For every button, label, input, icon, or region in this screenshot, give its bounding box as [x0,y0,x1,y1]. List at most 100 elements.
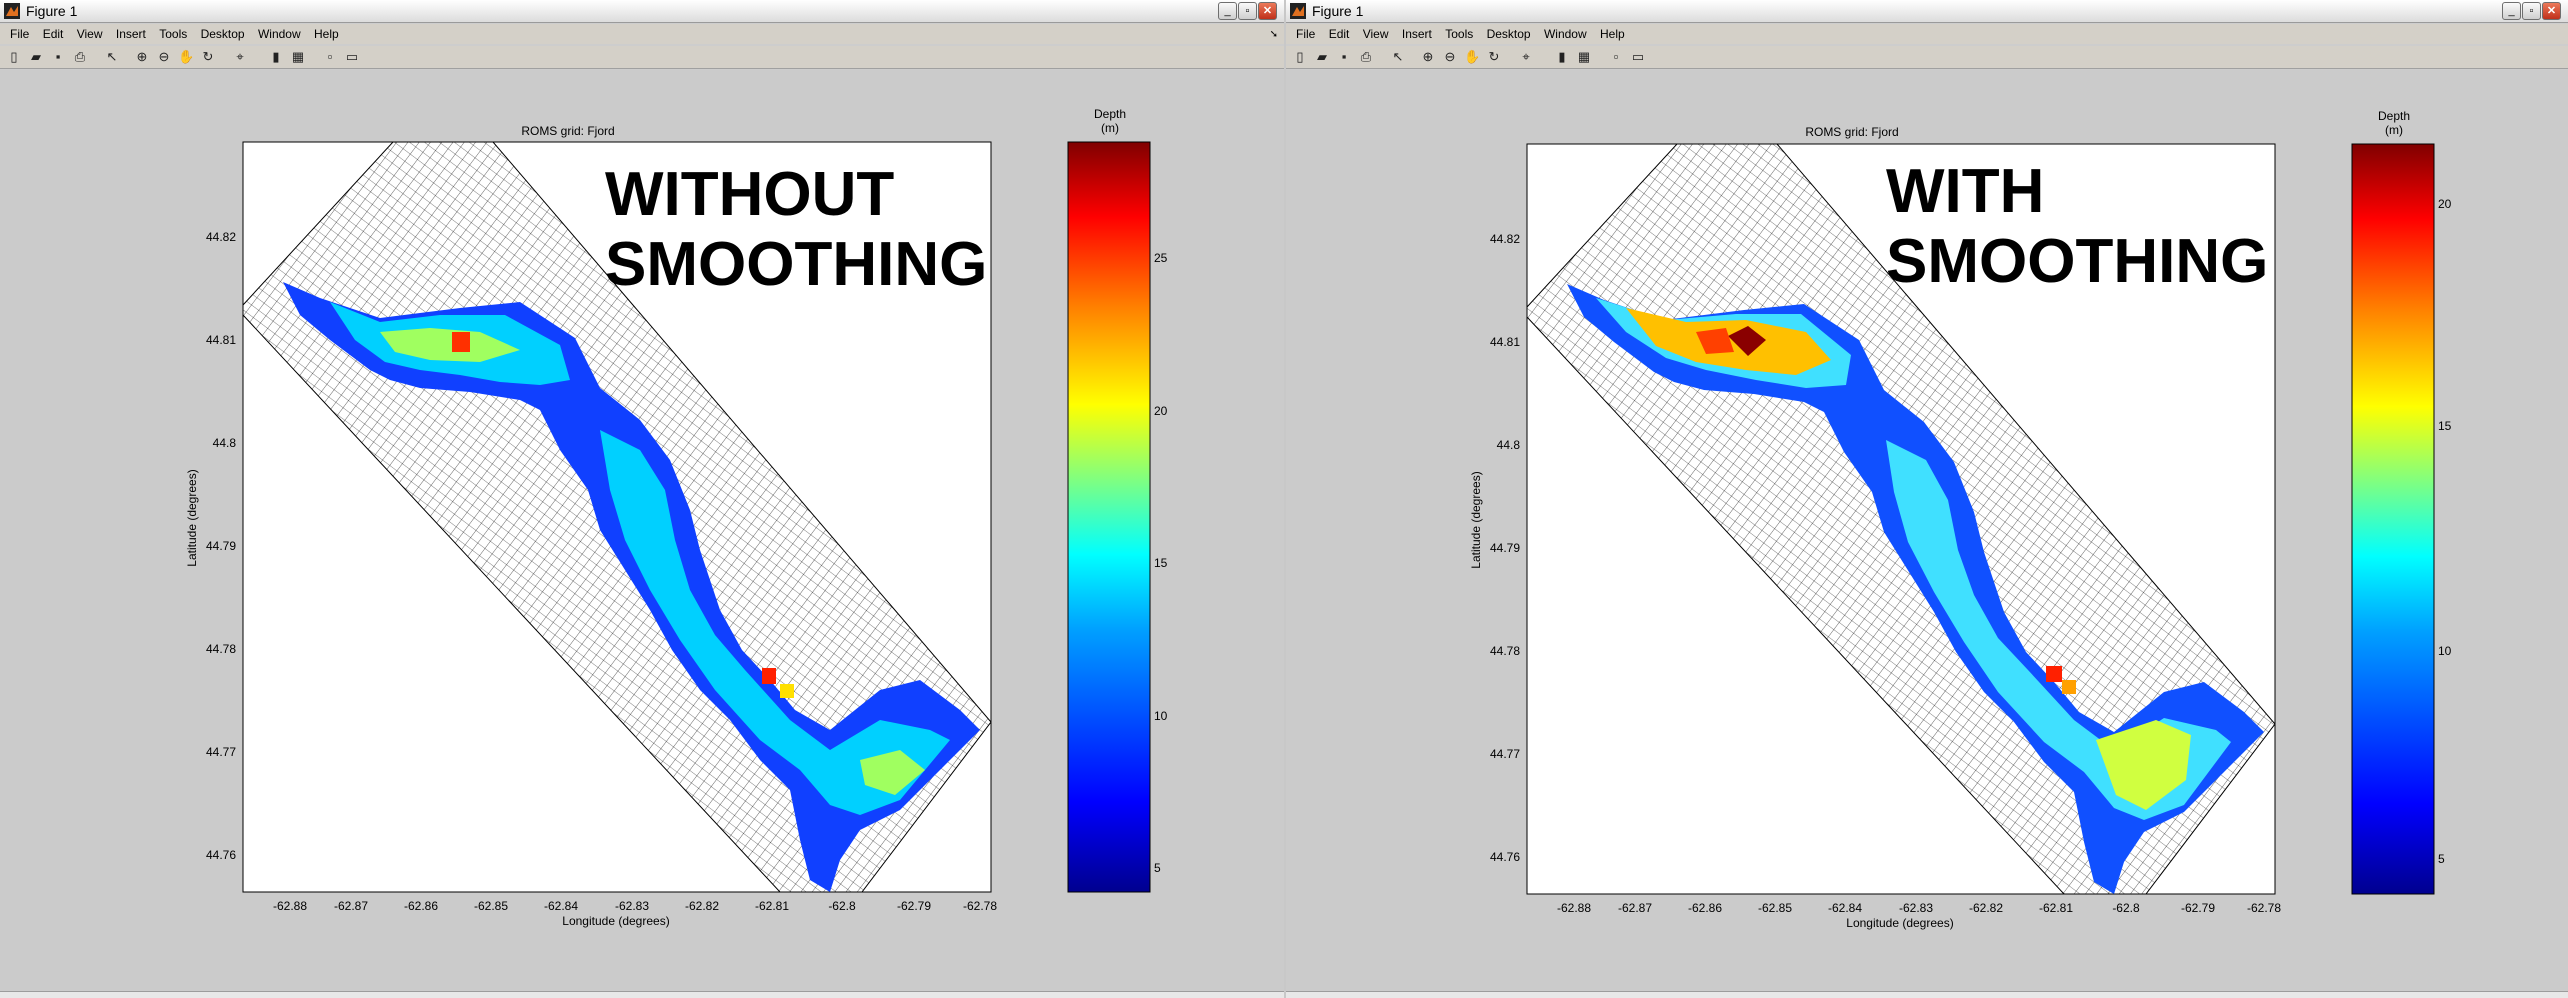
menu-insert[interactable]: Insert [1402,27,1432,41]
depth-channel-yellow [780,684,794,698]
rotate-icon[interactable]: ↻ [1486,49,1502,65]
x-tick-label: -62.83 [1899,901,1933,915]
x-tick-label: -62.83 [615,899,649,913]
x-axis-label: Longitude (degrees) [562,914,669,928]
print-icon[interactable]: ⎙ [1358,49,1374,65]
show-plot-tools-icon[interactable]: ▭ [1630,49,1646,65]
menu-edit[interactable]: Edit [1329,27,1350,41]
save-icon[interactable]: ▪ [50,49,66,65]
open-file-icon[interactable]: ▰ [1314,49,1330,65]
hide-plot-tools-icon[interactable]: ▫ [1608,49,1624,65]
menu-edit[interactable]: Edit [43,27,64,41]
axes-title: ROMS grid: Fjord [1805,125,1898,139]
colorbar-tick-label: 15 [2438,419,2452,433]
axes-title: ROMS grid: Fjord [521,124,614,138]
rotate-icon[interactable]: ↻ [200,49,216,65]
matlab-icon [4,3,20,19]
figure-window-right: Figure 1 _ ▫ ✕ File Edit View Insert Too… [1286,0,2568,998]
menu-desktop[interactable]: Desktop [201,27,245,41]
x-tick-label: -62.79 [2181,901,2215,915]
open-file-icon[interactable]: ▰ [28,49,44,65]
menu-insert[interactable]: Insert [116,27,146,41]
figure-canvas: ROMS grid: Fjord WITHOUT SMOOTHING 44.82… [0,70,1284,998]
pointer-icon[interactable]: ↖ [1390,49,1406,65]
zoom-out-icon[interactable]: ⊖ [156,49,172,65]
print-icon[interactable]: ⎙ [72,49,88,65]
zoom-in-icon[interactable]: ⊕ [1420,49,1436,65]
x-tick-label: -62.88 [1557,901,1591,915]
status-bar [0,991,1284,998]
restore-button[interactable]: ▫ [1238,2,1257,20]
pan-icon[interactable]: ✋ [178,49,194,65]
menu-view[interactable]: View [77,27,103,41]
x-tick-label: -62.8 [2112,901,2140,915]
save-icon[interactable]: ▪ [1336,49,1352,65]
colorbar-tick-label: 10 [1154,709,1168,723]
x-tick-label: -62.85 [474,899,508,913]
colorbar-tick-label: 15 [1154,556,1168,570]
zoom-out-icon[interactable]: ⊖ [1442,49,1458,65]
y-tick-label: 44.81 [206,333,236,347]
window-title: Figure 1 [26,3,78,19]
menu-desktop[interactable]: Desktop [1487,27,1531,41]
y-tick-label: 44.77 [206,745,236,759]
y-tick-label: 44.8 [1497,438,1521,452]
toolbar: ▯ ▰ ▪ ⎙ ↖ ⊕ ⊖ ✋ ↻ ⌖ ▮ ▦ ▫ ▭ [0,46,1284,69]
menu-bar: File Edit View Insert Tools Desktop Wind… [0,24,1284,44]
menu-tools[interactable]: Tools [159,27,187,41]
colorbar-title-line1: Depth [2378,109,2410,123]
restore-button[interactable]: ▫ [2522,2,2541,20]
colorbar [1067,141,1151,893]
overlay-text-line1: WITH [1886,157,2044,226]
minimize-button[interactable]: _ [2502,2,2521,20]
menu-help[interactable]: Help [1600,27,1625,41]
pointer-icon[interactable]: ↖ [104,49,120,65]
title-bar[interactable]: Figure 1 _ ▫ ✕ [0,0,1284,23]
minimize-button[interactable]: _ [1218,2,1237,20]
title-bar[interactable]: Figure 1 _ ▫ ✕ [1286,0,2568,23]
legend-icon[interactable]: ▦ [1576,49,1592,65]
figure-window-left: Figure 1 _ ▫ ✕ File Edit View Insert Too… [0,0,1284,998]
colorbar-icon[interactable]: ▮ [1554,49,1570,65]
x-tick-label: -62.81 [755,899,789,913]
colorbar-icon[interactable]: ▮ [268,49,284,65]
y-tick-label: 44.81 [1490,335,1520,349]
menu-window[interactable]: Window [1544,27,1587,41]
menu-help[interactable]: Help [314,27,339,41]
data-cursor-icon[interactable]: ⌖ [1518,49,1534,65]
colorbar-title-line1: Depth [1094,107,1126,121]
plot-svg: ROMS grid: Fjord WITHOUT SMOOTHING 44.82… [185,107,1168,928]
menu-tools[interactable]: Tools [1445,27,1473,41]
menu-dock-arrow-icon[interactable]: ➘ [1270,29,1278,40]
colorbar-tick-label: 20 [2438,197,2452,211]
menu-window[interactable]: Window [258,27,301,41]
figure-canvas: ROMS grid: Fjord WITH SMOOTHING 44.82 44… [1286,70,2568,998]
new-figure-icon[interactable]: ▯ [1292,49,1308,65]
close-button[interactable]: ✕ [1258,2,1277,20]
depth-max-red [452,332,470,352]
pan-icon[interactable]: ✋ [1464,49,1480,65]
overlay-text-line1: WITHOUT [605,160,894,229]
x-tick-label: -62.84 [544,899,578,913]
new-figure-icon[interactable]: ▯ [6,49,22,65]
y-tick-label: 44.78 [1490,644,1520,658]
legend-icon[interactable]: ▦ [290,49,306,65]
status-bar [1286,991,2568,998]
x-tick-label: -62.84 [1828,901,1862,915]
y-tick-label: 44.78 [206,642,236,656]
y-tick-label: 44.79 [1490,541,1520,555]
y-axis-label: Latitude (degrees) [1469,471,1483,568]
data-cursor-icon[interactable]: ⌖ [232,49,248,65]
menu-file[interactable]: File [10,27,29,41]
y-tick-label: 44.82 [1490,232,1520,246]
colorbar-tick-label: 10 [2438,644,2452,658]
hide-plot-tools-icon[interactable]: ▫ [322,49,338,65]
zoom-in-icon[interactable]: ⊕ [134,49,150,65]
x-axis-label: Longitude (degrees) [1846,916,1953,930]
menu-file[interactable]: File [1296,27,1315,41]
y-tick-label: 44.8 [213,436,237,450]
menu-view[interactable]: View [1363,27,1389,41]
x-tick-label: -62.87 [334,899,368,913]
show-plot-tools-icon[interactable]: ▭ [344,49,360,65]
close-button[interactable]: ✕ [2542,2,2561,20]
